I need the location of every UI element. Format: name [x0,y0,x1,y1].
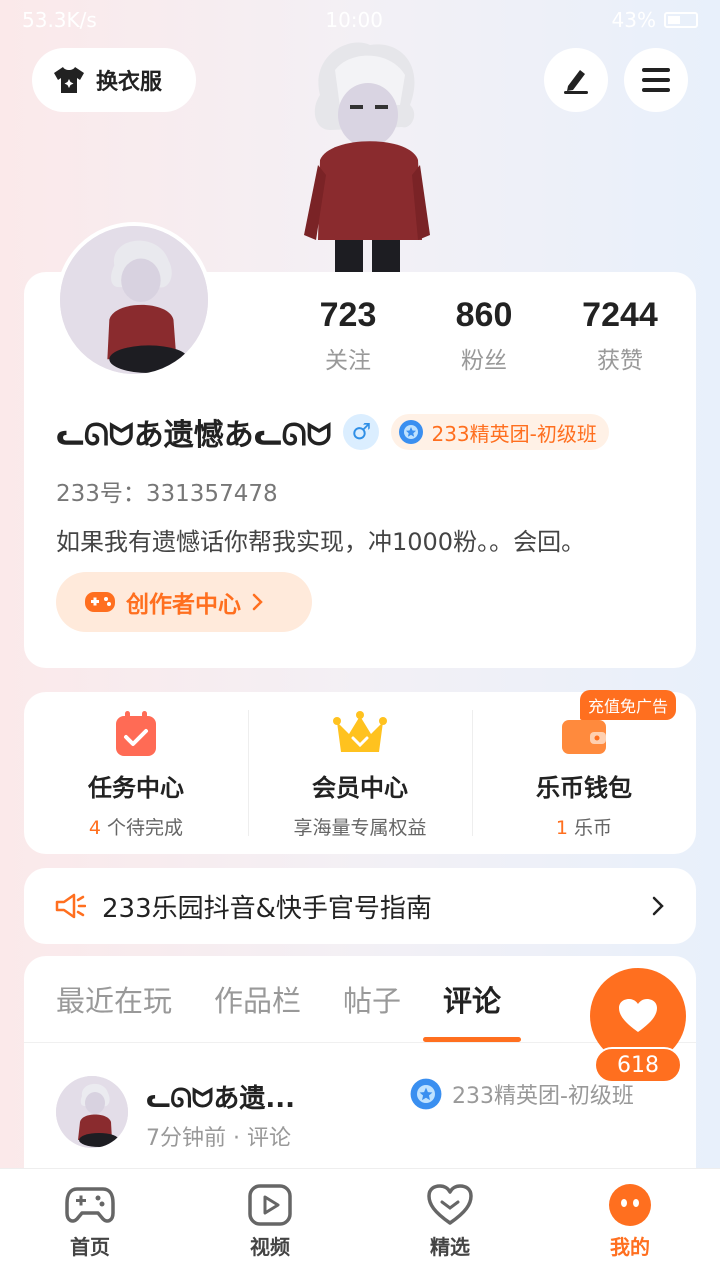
task-center-button[interactable]: 任务中心 4 个待完成 [24,692,248,854]
video-icon [248,1184,292,1226]
user-bio: 如果我有遗憾话你帮我实现，冲1000粉。。会回。 [56,528,586,556]
nav-home[interactable]: 首页 [0,1169,180,1280]
like-count: 618 [594,1047,682,1083]
nav-video-label: 视频 [250,1235,290,1259]
recharge-no-ads-tag[interactable]: 充值免广告 [579,690,676,720]
user-id: 233号：331357478 [56,481,278,507]
comment-author-badge: 233精英团-初级班 [408,1076,634,1112]
change-outfit-label: 换衣服 [96,70,163,95]
gender-male-icon: ♂ [343,414,380,450]
nav-video[interactable]: 视频 [180,1169,360,1280]
nav-me[interactable]: 我的 [540,1169,720,1280]
comment-meta: 7分钟前 · 评论 [146,1126,291,1151]
comment-avatar[interactable] [56,1076,128,1148]
heart-check-icon [427,1184,473,1225]
tab-posts[interactable]: 帖子 [343,978,401,1028]
stat-value: 7244 [582,296,658,334]
task-center-title: 任务中心 [88,774,184,802]
battery-icon [664,12,698,28]
stat-value: 723 [319,296,377,334]
blue-medal-icon [399,420,424,444]
nav-featured[interactable]: 精选 [360,1169,540,1280]
coin-unit: 乐币 [568,817,613,839]
edit-profile-button[interactable] [544,48,608,112]
chevron-right-icon [652,896,664,916]
status-time: 10:00 [325,8,383,32]
chevron-right-icon [252,593,263,611]
gamepad-icon [85,592,115,612]
gamepad-icon [65,1187,115,1223]
coin-count: 1 [555,817,569,839]
announcement-text: 233乐园抖音&快手官号指南 [102,893,432,924]
tab-works[interactable]: 作品栏 [214,978,301,1028]
profile-face-icon [609,1184,651,1226]
hamburger-menu-icon [642,68,670,92]
stat-label: 获赞 [597,348,643,374]
coin-wallet-sub: 1 乐币 [556,813,612,840]
crown-icon [333,711,387,752]
task-center-sub: 4 个待完成 [89,813,183,840]
content-tabs: 最近在玩 作品栏 帖子 评论 [56,978,522,1042]
blue-medal-icon [410,1078,442,1110]
stat-label: 关注 [325,348,371,374]
creator-center-button[interactable]: 创作者中心 [56,572,312,632]
change-outfit-button[interactable]: 换衣服 [32,48,196,112]
name-row: ᓚᘏᗢあ遗憾あᓚᘏᗢ ♂ 233精英团-初级班 [56,410,609,454]
pencil-icon [564,70,588,94]
calendar-check-icon [116,711,156,756]
avatar-image [60,226,208,374]
comment-badge-label: 233精英团-初级班 [452,1084,634,1109]
announcement-bar[interactable]: 233乐园抖音&快手官号指南 [24,868,696,944]
network-speed: 53.3K/s [22,8,97,32]
avatar-image [56,1076,128,1148]
tabs-divider [24,1042,696,1043]
stat-fans[interactable]: 860 粉丝 [416,296,552,375]
stat-value: 860 [455,296,513,334]
creator-center-label: 创作者中心 [126,592,241,618]
profile-avatar[interactable] [56,222,212,378]
stat-following[interactable]: 723 关注 [280,296,416,375]
pending-count: 4 [88,817,102,839]
tab-recently-played[interactable]: 最近在玩 [56,978,172,1028]
nav-home-label: 首页 [70,1235,110,1259]
status-bar: 53.3K/s 10:00 43% [0,0,720,40]
quick-actions-card: 任务中心 4 个待完成 会员中心 享海量专属权益 充值免广告 乐币钱包 1 乐币 [24,690,696,854]
heart-icon [619,999,657,1032]
shirt-icon [54,67,84,93]
nickname: ᓚᘏᗢあ遗憾あᓚᘏᗢ [56,418,332,453]
membership-badge-label: 233精英团-初级班 [431,421,597,446]
nav-me-label: 我的 [610,1235,650,1259]
comment-item[interactable]: ᓚᘏᗢあ遗... 7分钟前 · 评论 233精英团-初级班 [56,1076,676,1156]
comment-author-name[interactable]: ᓚᘏᗢあ遗... [146,1078,295,1115]
battery-percent: 43% [611,8,656,32]
vip-center-title: 会员中心 [312,774,408,802]
nav-featured-label: 精选 [430,1235,470,1259]
coin-wallet-button[interactable]: 充值免广告 乐币钱包 1 乐币 [472,690,696,854]
menu-button[interactable] [624,48,688,112]
vip-center-button[interactable]: 会员中心 享海量专属权益 [248,692,472,854]
profile-stats: 723 关注 860 粉丝 7244 获赞 [280,296,688,375]
vip-center-sub: 享海量专属权益 [293,817,427,839]
membership-badge[interactable]: 233精英团-初级班 [391,414,609,450]
bottom-navigation: 首页 视频 精选 我的 [0,1168,720,1280]
pending-text: 个待完成 [101,817,184,839]
tab-comments[interactable]: 评论 [423,978,522,1042]
coin-wallet-title: 乐币钱包 [536,774,632,802]
stat-label: 粉丝 [461,348,507,374]
avatar-character-figure[interactable] [290,35,440,275]
stat-likes[interactable]: 7244 获赞 [552,296,688,375]
megaphone-icon [55,893,86,919]
